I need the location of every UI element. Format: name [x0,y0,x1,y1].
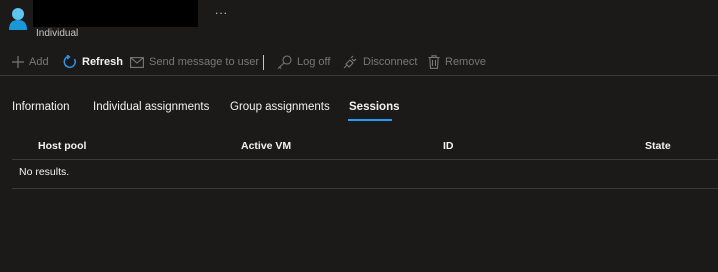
refresh-button[interactable]: Refresh [63,52,123,72]
column-header-state[interactable]: State [645,140,671,152]
column-header-id[interactable]: ID [443,140,454,152]
send-message-button[interactable]: Send message to user [130,52,259,72]
trash-icon [428,55,440,69]
mail-icon [130,56,144,68]
disconnect-button[interactable]: Disconnect [343,52,417,72]
toolbar-divider [0,75,718,76]
redacted-user-name [33,0,198,27]
tab-sessions[interactable]: Sessions [349,101,400,113]
remove-button[interactable]: Remove [428,52,486,72]
resource-type-label: Individual [36,28,79,39]
tab-individual-assignments[interactable]: Individual assignments [93,101,209,113]
active-tab-indicator [348,119,392,121]
user-avatar-icon [8,7,28,31]
refresh-icon [63,55,76,68]
column-header-host-pool[interactable]: Host pool [38,140,86,152]
add-label: Add [29,56,49,68]
plus-icon [12,56,24,68]
log-off-button[interactable]: Log off [277,52,330,72]
toolbar-separator [263,55,264,70]
empty-table-message: No results. [19,166,70,178]
log-off-label: Log off [297,56,331,68]
command-bar: Add Refresh Send message to user Log off… [0,52,718,72]
more-options-button[interactable]: ... [215,3,228,17]
disconnect-plug-icon [343,55,357,69]
refresh-label: Refresh [82,56,123,68]
table-header-divider [12,159,718,160]
remove-label: Remove [445,56,486,68]
tab-group-assignments[interactable]: Group assignments [230,101,330,113]
send-message-label: Send message to user [149,56,260,68]
key-icon [277,55,292,69]
tab-information[interactable]: Information [12,101,70,113]
table-row-divider [12,188,718,189]
column-header-active-vm[interactable]: Active VM [241,140,291,152]
disconnect-label: Disconnect [363,56,418,68]
add-button[interactable]: Add [12,52,49,72]
